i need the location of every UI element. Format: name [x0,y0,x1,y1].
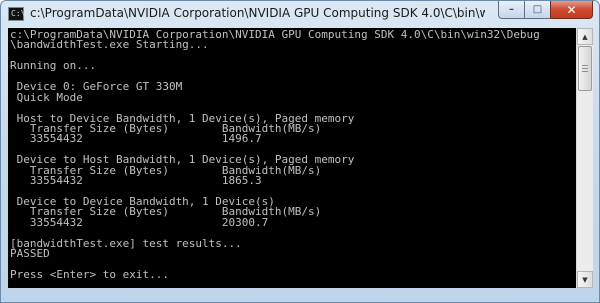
console-app-icon-glyph: C:\ [11,9,26,18]
console-line: [bandwidthTest.exe] test results... [10,236,242,250]
window-bottom-frame [1,288,599,302]
grip-line [582,65,588,66]
caption-buttons: – □ ✕ [498,1,593,20]
console-line: 33554432 1865.3 [10,174,262,188]
console-text: c:\ProgramData\NVIDIA Corporation\NVIDIA… [8,28,576,288]
console-line: Running on... [10,59,97,73]
console-window: C:\ c:\ProgramData\NVIDIA Corporation\NV… [0,0,600,303]
grip-line [582,71,588,72]
chevron-down-icon: ▼ [582,275,588,284]
vertical-scrollbar[interactable]: ▲ ▼ [576,28,593,288]
maximize-button[interactable]: □ [524,1,550,19]
window-title: c:\ProgramData\NVIDIA Corporation\NVIDIA… [30,6,485,20]
minimize-button[interactable]: – [498,1,524,19]
close-icon: ✕ [566,2,577,17]
console-line: 33554432 20300.7 [10,215,269,229]
console-line: 33554432 1496.7 [10,132,262,146]
console-line: Device 0: GeForce GT 330M [10,80,183,94]
close-button[interactable]: ✕ [550,1,593,19]
console-line: PASSED [10,247,50,261]
chevron-up-icon: ▲ [582,32,588,41]
console-app-icon[interactable]: C:\ [8,7,26,21]
cursor: _ [10,278,17,288]
console-line: Press <Enter> to exit... [10,268,169,282]
scroll-down-button[interactable]: ▼ [577,271,593,288]
title-bar[interactable]: C:\ c:\ProgramData\NVIDIA Corporation\NV… [1,1,599,28]
console-line: \bandwidthTest.exe Starting... [10,38,209,52]
minimize-icon: – [509,4,514,15]
scroll-up-button[interactable]: ▲ [577,28,593,45]
scroll-thumb[interactable] [578,46,592,91]
console-output[interactable]: c:\ProgramData\NVIDIA Corporation\NVIDIA… [8,28,576,288]
maximize-icon: □ [532,4,543,15]
console-line: Quick Mode [10,90,83,104]
grip-line [582,68,588,69]
